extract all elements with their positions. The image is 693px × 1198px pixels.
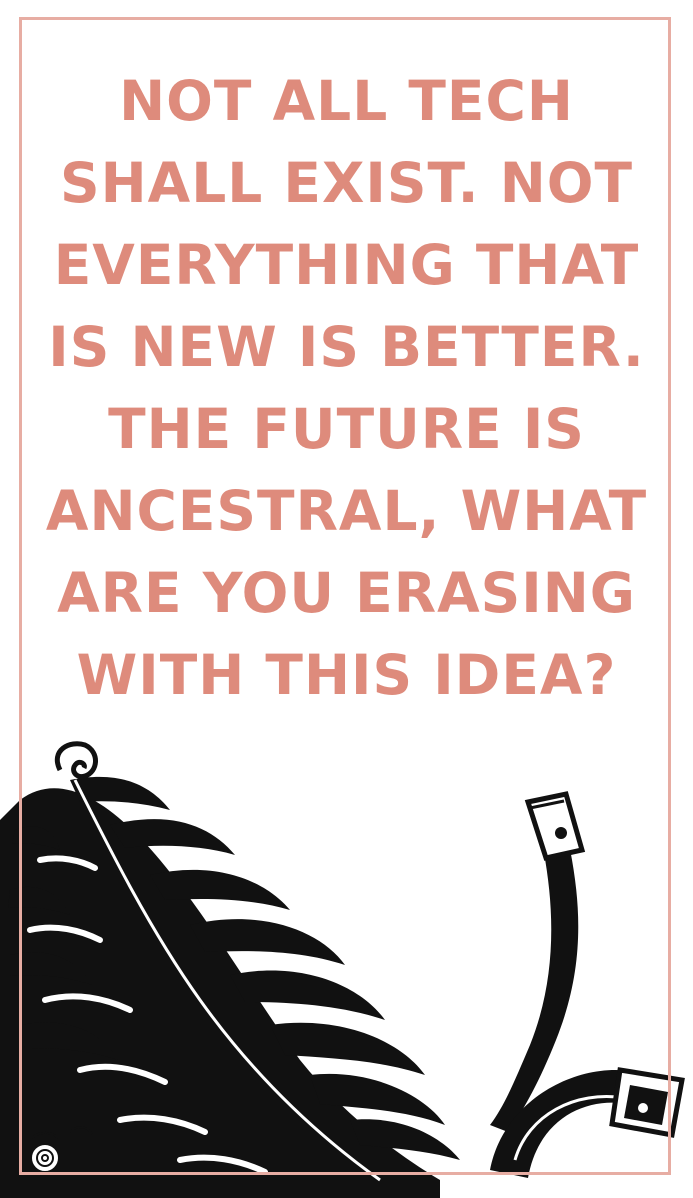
quote-line-2: SHALL EXIST. NOT: [59, 151, 633, 215]
quote-line-4: IS NEW IS BETTER.: [48, 315, 645, 379]
quote-line-7: ARE YOU ERASING: [57, 561, 636, 625]
quote-line-5: THE FUTURE IS: [108, 397, 585, 461]
quote-line-6: ANCESTRAL, WHAT: [45, 479, 648, 543]
poster: NOT ALL TECH SHALL EXIST. NOT EVERYTHING…: [0, 0, 693, 1198]
quote-line-1: NOT ALL TECH: [119, 69, 574, 133]
quote-line-8: WITH THIS IDEA?: [76, 643, 617, 707]
fern-frond-icon: [0, 741, 460, 1198]
quote-line-3: EVERYTHING THAT: [53, 233, 640, 297]
quote-text: NOT ALL TECH SHALL EXIST. NOT EVERYTHING…: [40, 60, 653, 716]
illustration: [0, 741, 685, 1198]
